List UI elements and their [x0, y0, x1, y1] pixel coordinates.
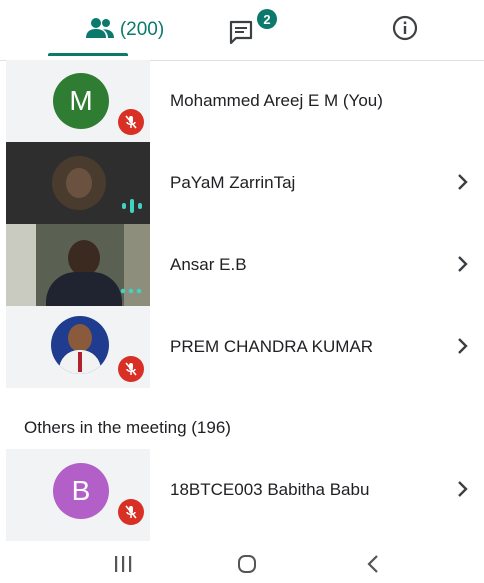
back-button[interactable]	[358, 554, 388, 578]
people-count: (200)	[119, 19, 165, 40]
back-chevron-icon	[365, 554, 381, 579]
participant-row[interactable]: PREM CHANDRA KUMAR	[0, 306, 484, 388]
participant-row[interactable]: M Mohammed Areej E M (You)	[0, 60, 484, 142]
speaking-indicator-icon	[120, 196, 144, 221]
participant-row[interactable]: PaYaM ZarrinTaj	[0, 142, 484, 224]
participant-video-tile	[6, 142, 150, 224]
active-tab-indicator	[48, 53, 128, 56]
participant-video-tile	[6, 224, 150, 306]
participant-name: Ansar E.B	[170, 255, 247, 274]
participant-row[interactable]: B 18BTCE003 Babitha Babu	[0, 449, 484, 541]
chevron-right-icon[interactable]	[456, 337, 470, 360]
chat-badge: 2	[257, 9, 277, 29]
tab-bar: (200) 2	[0, 0, 484, 61]
video-background	[6, 224, 36, 306]
participant-name: 18BTCE003 Babitha Babu	[170, 480, 370, 499]
more-options-dots-icon	[120, 282, 142, 300]
home-button[interactable]	[232, 554, 262, 578]
tab-info[interactable]	[360, 8, 450, 52]
participant-row[interactable]: Ansar E.B	[0, 224, 484, 306]
participant-tile: B	[6, 449, 150, 541]
chevron-right-icon[interactable]	[456, 255, 470, 278]
people-icon	[85, 17, 114, 44]
participant-name: Mohammed Areej E M (You)	[170, 91, 383, 110]
mic-off-icon	[118, 109, 144, 135]
recent-apps-icon	[112, 554, 134, 579]
participant-name: PaYaM ZarrinTaj	[170, 173, 296, 192]
mic-off-icon	[118, 499, 144, 525]
section-title-others: Others in the meeting (196)	[24, 418, 231, 437]
participant-tile	[6, 306, 150, 388]
chevron-right-icon[interactable]	[456, 173, 470, 196]
chevron-right-icon[interactable]	[456, 480, 470, 503]
system-navigation-bar	[0, 548, 484, 583]
mic-off-icon	[118, 356, 144, 382]
avatar	[51, 316, 109, 374]
avatar: B	[53, 463, 109, 519]
participant-photo	[68, 240, 100, 276]
recent-apps-button[interactable]	[108, 554, 138, 578]
tab-people[interactable]: (200)	[20, 8, 230, 52]
participant-name: PREM CHANDRA KUMAR	[170, 337, 374, 356]
info-icon	[392, 15, 418, 46]
home-icon	[236, 553, 258, 580]
participant-photo	[52, 156, 106, 210]
participant-tile: M	[6, 60, 150, 142]
avatar: M	[53, 73, 109, 129]
tab-chat[interactable]: 2	[200, 8, 290, 52]
